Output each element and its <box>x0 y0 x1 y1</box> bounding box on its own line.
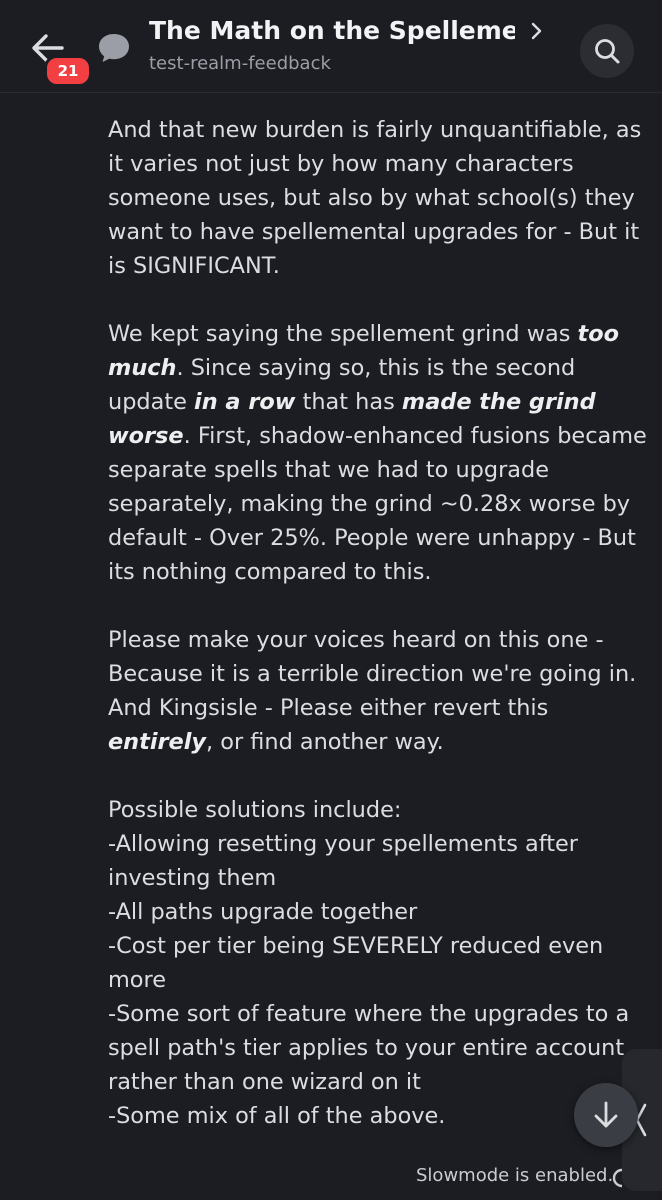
solution-item: -All paths upgrade together <box>108 899 418 925</box>
channel-name: test-realm-feedback <box>149 53 331 74</box>
solutions-intro: Possible solutions include: <box>108 797 402 823</box>
chat-bubble-icon <box>99 34 129 62</box>
message-paragraph-2: We kept saying the spellement grind was … <box>108 317 648 589</box>
search-icon <box>595 39 620 64</box>
unread-badge: 21 <box>44 55 92 87</box>
thread-header: 21 The Math on the Spellement… test-real… <box>0 0 662 93</box>
text-run: We kept saying the spellement grind was <box>108 321 578 347</box>
text-run: , or find another way. <box>206 729 444 755</box>
text-run: . First, shadow-enhanced fusions became … <box>108 423 647 585</box>
chevron-right-icon <box>531 22 542 39</box>
scroll-to-bottom-button[interactable] <box>574 1083 638 1147</box>
emphasis-text: in a row <box>194 389 296 415</box>
solution-item: -Some mix of all of the above. <box>108 1103 446 1129</box>
text-run: Please make your voices heard on this on… <box>108 627 637 721</box>
search-button[interactable] <box>580 24 634 78</box>
solution-item: -Allowing resetting your spellements aft… <box>108 831 578 891</box>
message-paragraph-3: Please make your voices heard on this on… <box>108 623 648 759</box>
solution-item: -Some sort of feature where the upgrades… <box>108 1001 630 1095</box>
message-body: And that new burden is fairly unquantifi… <box>108 113 648 1133</box>
slowmode-notice: Slowmode is enabled. <box>416 1165 614 1186</box>
message-paragraph-1: And that new burden is fairly unquantifi… <box>108 117 642 279</box>
thread-title-button[interactable]: The Math on the Spellement… <box>149 16 569 45</box>
arrow-down-icon <box>594 1101 618 1128</box>
solution-item: -Cost per tier being SEVERELY reduced ev… <box>108 933 604 993</box>
emphasis-text: entirely <box>108 729 207 755</box>
timer-icon <box>612 1168 622 1188</box>
thread-title: The Math on the Spellement… <box>149 16 515 45</box>
text-run: that has <box>295 389 402 415</box>
